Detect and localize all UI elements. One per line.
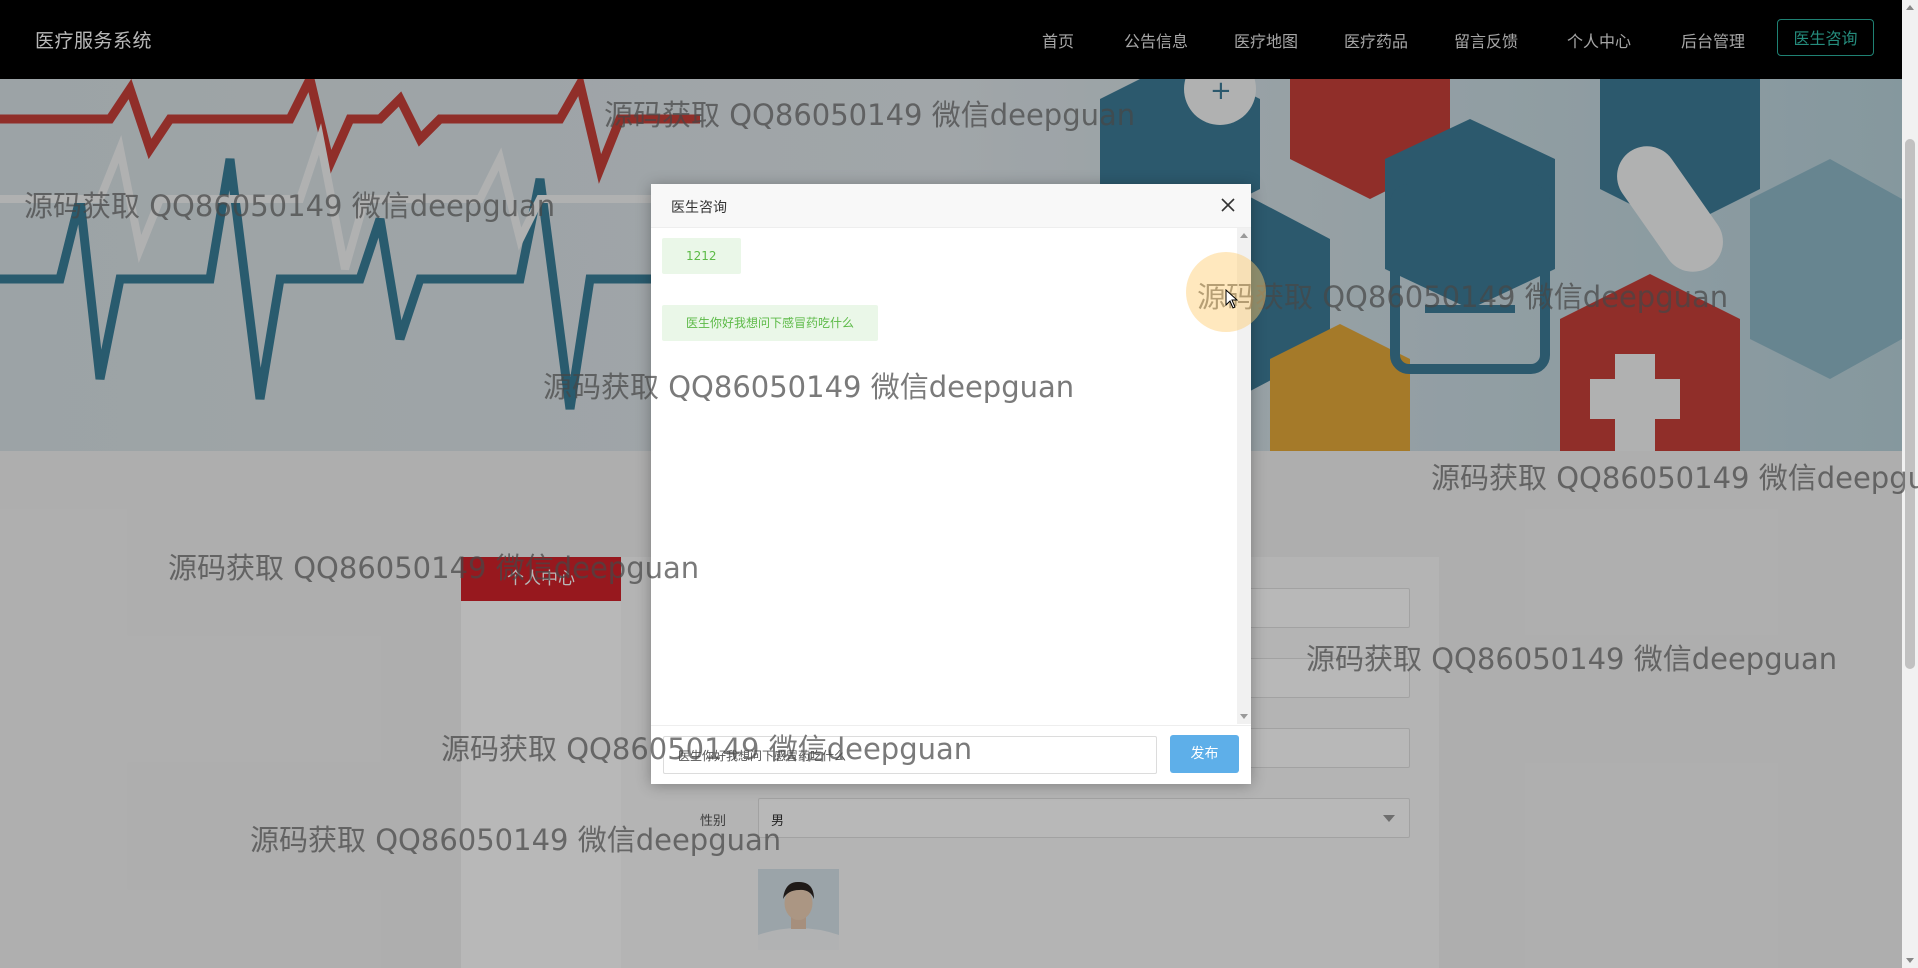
scroll-down-icon[interactable] [1240,714,1248,719]
modal-header: 医生咨询 [651,184,1251,228]
chat-history[interactable]: 1212 医生你好我想问下感冒药吃什么 [651,228,1237,724]
scroll-thumb[interactable] [1905,139,1915,669]
mouse-cursor-icon [1225,288,1239,313]
chat-message: 1212 [662,238,741,274]
scroll-up-icon[interactable] [1906,5,1914,10]
modal-title: 医生咨询 [671,200,727,216]
scroll-up-icon[interactable] [1240,233,1248,238]
close-icon[interactable] [1217,194,1239,216]
chat-message: 医生你好我想问下感冒药吃什么 [662,305,879,341]
send-button[interactable]: 发布 [1170,735,1239,773]
scroll-down-icon[interactable] [1906,958,1914,963]
page-scrollbar[interactable] [1902,0,1918,968]
chat-message-input[interactable] [663,736,1157,774]
doctor-consult-modal: 医生咨询 1212 医生你好我想问下感冒药吃什么 发布 [651,184,1251,784]
chat-footer: 发布 [651,725,1251,784]
